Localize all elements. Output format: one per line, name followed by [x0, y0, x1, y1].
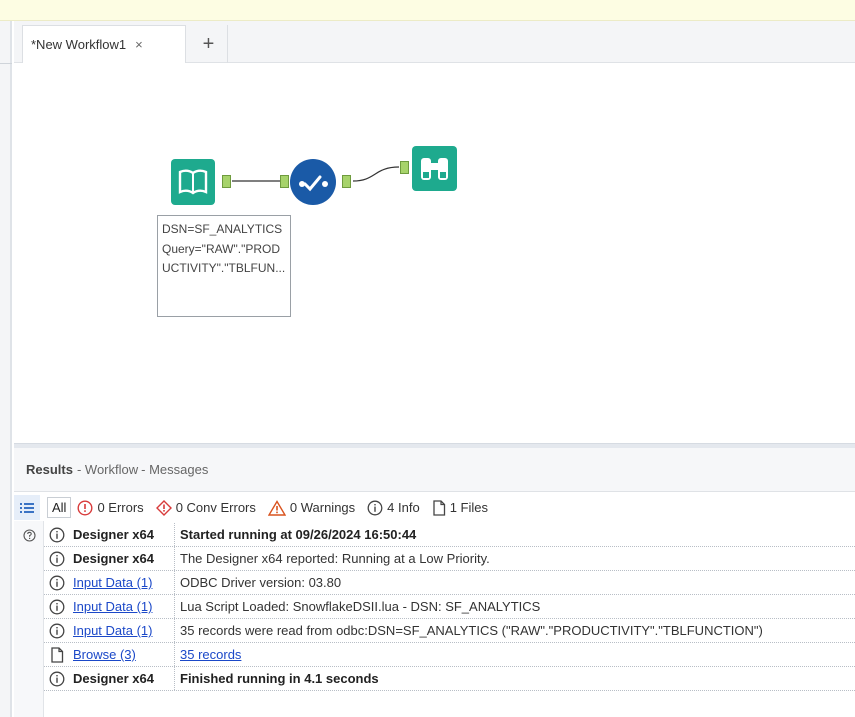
file-icon — [433, 499, 445, 516]
error-icon — [77, 499, 93, 516]
workflow-tab-bar: *New Workflow1 × + — [14, 21, 855, 63]
filter-all-button[interactable]: All — [47, 497, 72, 518]
input-data-tool[interactable] — [171, 159, 215, 205]
messages-table: Designer x64 Started running at 09/26/20… — [44, 523, 855, 691]
browse-tool[interactable] — [412, 146, 457, 191]
message-text: ODBC Driver version: 03.80 — [180, 575, 342, 590]
info-icon — [367, 500, 383, 515]
message-source: Designer x64 — [70, 667, 175, 690]
info-icon — [44, 527, 70, 543]
tab-label: *New Workflow1 — [31, 37, 127, 52]
checkmark-flow-icon — [299, 175, 328, 192]
results-breadcrumb-messages[interactable]: - Messages — [141, 462, 208, 477]
binoculars-icon — [421, 158, 448, 180]
message-source-link[interactable]: Input Data (1) — [73, 599, 153, 614]
conversion-error-icon — [155, 499, 172, 516]
filter-files-label: 1 Files — [449, 500, 488, 515]
tool-annotation: DSN=SF_ANALYTICS Query="RAW"."PRODUCTIVI… — [157, 215, 291, 317]
message-text: 35 records were read from odbc:DSN=SF_AN… — [180, 623, 763, 638]
message-text: The Designer x64 reported: Running at a … — [180, 551, 490, 566]
formula-output-anchor[interactable] — [342, 175, 351, 188]
left-strip-divider — [0, 63, 12, 64]
filter-files-button[interactable]: 1 Files — [432, 499, 488, 516]
workflow-canvas[interactable]: DSN=SF_ANALYTICS Query="RAW"."PRODUCTIVI… — [14, 63, 855, 443]
formula-tool[interactable] — [290, 159, 336, 205]
filter-errors-label: 0 Errors — [97, 500, 144, 515]
close-tab-icon[interactable]: × — [135, 37, 143, 52]
add-tab-button[interactable]: + — [190, 25, 228, 63]
info-icon — [44, 623, 70, 639]
filter-warnings-label: 0 Warnings — [289, 500, 356, 515]
input-output-anchor[interactable] — [222, 175, 231, 188]
table-row[interactable]: Input Data (1) ODBC Driver version: 03.8… — [44, 571, 855, 595]
message-text: Lua Script Loaded: SnowflakeDSII.lua - D… — [180, 599, 541, 614]
results-header: Results - Workflow - Messages — [14, 448, 855, 492]
info-icon — [44, 575, 70, 591]
table-row[interactable]: Input Data (1) 35 records were read from… — [44, 619, 855, 643]
table-row[interactable]: Designer x64 The Designer x64 reported: … — [44, 547, 855, 571]
messages-side-column — [14, 521, 44, 717]
filter-conv-errors-label: 0 Conv Errors — [175, 500, 256, 515]
table-row[interactable]: Browse (3) 35 records — [44, 643, 855, 667]
table-row[interactable]: Input Data (1) Lua Script Loaded: Snowfl… — [44, 595, 855, 619]
records-link[interactable]: 35 records — [180, 647, 241, 662]
info-icon — [44, 599, 70, 615]
book-icon — [178, 169, 208, 195]
browse-input-anchor[interactable] — [400, 161, 409, 174]
message-filter-bar: All 0 Errors 0 Conv Errors 0 Warnings 4 … — [14, 495, 855, 520]
message-source-link[interactable]: Input Data (1) — [73, 623, 153, 638]
warning-icon — [267, 499, 286, 516]
formula-input-anchor[interactable] — [280, 175, 289, 188]
results-breadcrumb-workflow[interactable]: - Workflow — [77, 462, 138, 477]
results-title: Results — [26, 462, 73, 477]
table-row[interactable]: Designer x64 Started running at 09/26/20… — [44, 523, 855, 547]
message-source-link[interactable]: Browse (3) — [73, 647, 136, 662]
connection-wires — [232, 166, 400, 182]
info-icon — [44, 671, 70, 687]
left-panel-strip — [0, 21, 12, 717]
filter-warnings-button[interactable]: 0 Warnings — [267, 499, 356, 516]
help-icon[interactable] — [23, 529, 36, 542]
filter-errors-button[interactable]: 0 Errors — [77, 499, 144, 516]
message-text: Started running at 09/26/2024 16:50:44 — [180, 527, 417, 542]
info-icon — [44, 551, 70, 567]
tab-new-workflow1[interactable]: *New Workflow1 × — [22, 25, 186, 63]
list-view-icon[interactable] — [14, 495, 40, 520]
message-source: Designer x64 — [70, 523, 175, 546]
notification-bar — [0, 0, 855, 21]
message-source: Designer x64 — [70, 547, 175, 570]
filter-info-button[interactable]: 4 Info — [367, 500, 420, 516]
message-source-link[interactable]: Input Data (1) — [73, 575, 153, 590]
table-row[interactable]: Designer x64 Finished running in 4.1 sec… — [44, 667, 855, 691]
filter-info-label: 4 Info — [387, 500, 420, 515]
filter-conv-errors-button[interactable]: 0 Conv Errors — [155, 499, 256, 516]
file-icon — [44, 646, 70, 663]
message-text: Finished running in 4.1 seconds — [180, 671, 379, 686]
